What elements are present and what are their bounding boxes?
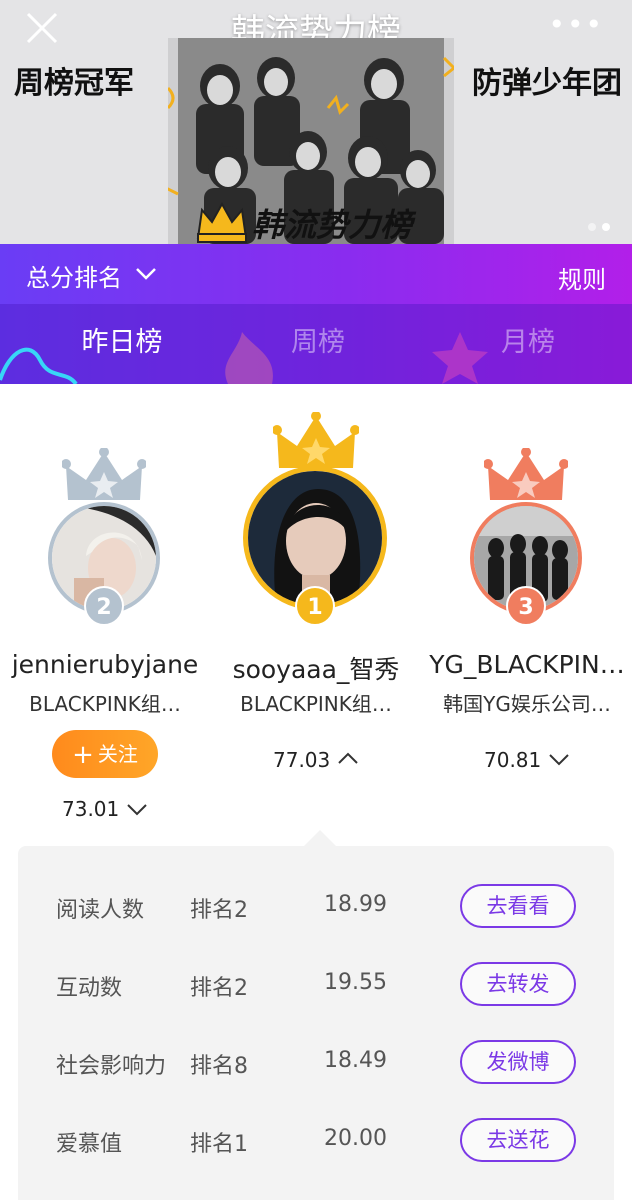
user-subtitle: BLACKPINK组… bbox=[29, 692, 181, 716]
banner-logo: 韩流势力榜 bbox=[194, 198, 434, 244]
follow-button[interactable]: + 关注 bbox=[52, 730, 158, 778]
trend-up-icon bbox=[338, 752, 358, 764]
sort-dropdown[interactable]: 总分排名 bbox=[26, 258, 122, 293]
bronze-crown-icon bbox=[484, 448, 568, 500]
user-name[interactable]: YG_BLACKPIN… bbox=[422, 650, 632, 679]
user-name[interactable]: sooyaaa_智秀 bbox=[211, 650, 421, 686]
silver-crown-icon bbox=[62, 448, 146, 500]
metric-rank: 排名8 bbox=[190, 1054, 248, 1079]
send-flowers-button[interactable]: 去送花 bbox=[460, 1118, 576, 1162]
rank-badge: 3 bbox=[506, 586, 546, 626]
champion-name-label: 防弹少年团 bbox=[472, 66, 622, 101]
breakdown-row: 爱慕值 排名1 20.00 去送花 bbox=[18, 1118, 614, 1166]
trend-down-icon bbox=[127, 804, 147, 816]
metric-rank: 排名2 bbox=[190, 976, 248, 1001]
chevron-down-icon[interactable] bbox=[134, 262, 158, 286]
carousel-dot-active bbox=[602, 223, 610, 231]
card-pointer bbox=[304, 830, 336, 846]
breakdown-row: 社会影响力 排名8 18.49 发微博 bbox=[18, 1040, 614, 1088]
banner-logo-text: 韩流势力榜 bbox=[252, 206, 413, 244]
score-value: 73.01 bbox=[62, 797, 120, 821]
post-weibo-button[interactable]: 发微博 bbox=[460, 1040, 576, 1084]
tab-week[interactable]: 周榜 bbox=[238, 320, 398, 359]
score-value: 70.81 bbox=[484, 748, 542, 772]
metric-rank: 排名1 bbox=[190, 1132, 248, 1157]
score-value: 77.03 bbox=[273, 748, 331, 772]
rules-link[interactable]: 规则 bbox=[558, 260, 606, 295]
breakdown-row: 阅读人数 排名2 18.99 去看看 bbox=[18, 884, 614, 932]
carousel-dot bbox=[588, 223, 596, 231]
breakdown-row: 互动数 排名2 19.55 去转发 bbox=[18, 962, 614, 1010]
user-subtitle: 韩国YG娱乐公司… bbox=[443, 692, 611, 716]
score-breakdown-card: 阅读人数 排名2 18.99 去看看 互动数 排名2 19.55 去转发 社会影… bbox=[18, 846, 614, 1200]
more-dots-icon[interactable]: ••• bbox=[548, 8, 604, 41]
weekly-champion-label: 周榜冠军 bbox=[14, 66, 134, 101]
rank-badge: 2 bbox=[84, 586, 124, 626]
metric-name: 爱慕值 bbox=[56, 1132, 123, 1157]
follow-label: 关注 bbox=[97, 742, 138, 766]
metric-value: 20.00 bbox=[324, 1126, 387, 1151]
ranking-header: 总分排名 规则 昨日榜 周榜 月榜 bbox=[0, 244, 632, 384]
metric-name: 社会影响力 bbox=[56, 1054, 167, 1079]
metric-rank: 排名2 bbox=[190, 898, 248, 923]
metric-value: 19.55 bbox=[324, 970, 387, 995]
plus-icon: + bbox=[72, 740, 94, 770]
trend-down-icon bbox=[549, 754, 569, 766]
metric-name: 互动数 bbox=[56, 976, 123, 1001]
metric-value: 18.99 bbox=[324, 892, 387, 917]
gold-crown-icon bbox=[273, 412, 359, 468]
metric-name: 阅读人数 bbox=[56, 898, 145, 923]
tab-month[interactable]: 月榜 bbox=[448, 320, 608, 359]
metric-value: 18.49 bbox=[324, 1048, 387, 1073]
crown-logo-icon bbox=[196, 201, 248, 243]
user-name[interactable]: jennierubyjane bbox=[0, 650, 210, 679]
user-subtitle: BLACKPINK组… bbox=[240, 692, 392, 716]
banner[interactable]: 韩流势力榜 ••• 周榜冠军 防弹少年团 韩流势力榜 bbox=[0, 0, 632, 244]
rank-badge: 1 bbox=[295, 586, 335, 626]
period-tabs: 昨日榜 周榜 月榜 bbox=[0, 304, 632, 384]
carousel-indicator bbox=[582, 216, 610, 235]
sort-row: 总分排名 规则 bbox=[0, 244, 632, 304]
tab-yesterday[interactable]: 昨日榜 bbox=[42, 320, 202, 359]
go-repost-button[interactable]: 去转发 bbox=[460, 962, 576, 1006]
go-view-button[interactable]: 去看看 bbox=[460, 884, 576, 928]
